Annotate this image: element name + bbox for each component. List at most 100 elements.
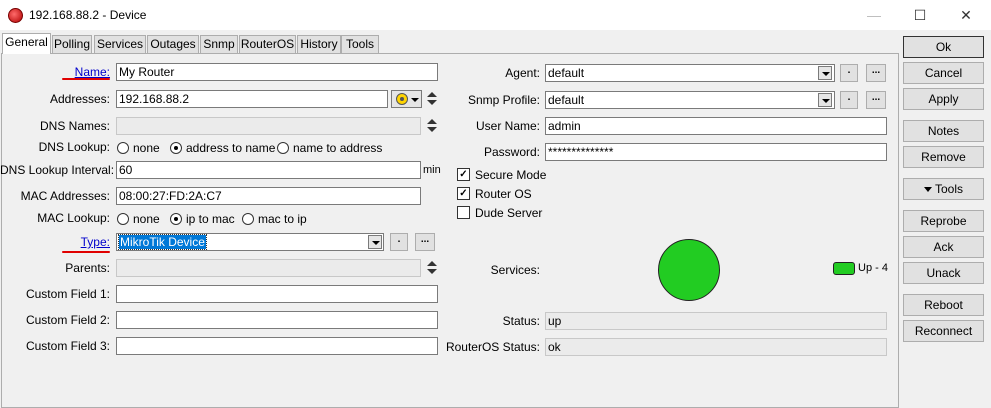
custom-field-3-label: Custom Field 3: — [25, 339, 110, 353]
addresses-spin-icon[interactable] — [426, 91, 437, 107]
type-dropdown-arrow-icon[interactable] — [368, 235, 382, 249]
type-label[interactable]: Type: — [0, 233, 110, 251]
snmp-profile-label: Snmp Profile: — [467, 93, 540, 107]
mac-lookup-ip-to-mac-radio[interactable] — [170, 213, 182, 225]
dns-lookup-address-to-name-radio[interactable] — [170, 142, 182, 154]
password-field[interactable]: ************** — [545, 143, 887, 161]
services-label: Services: — [490, 263, 540, 277]
agent-dropdown-arrow-icon[interactable] — [818, 66, 832, 80]
parents-label: Parents: — [65, 261, 110, 275]
tools-button[interactable]: Tools — [903, 178, 984, 200]
dns-lookup-label: DNS Lookup: — [38, 140, 110, 154]
services-status-circle — [658, 239, 720, 301]
user-name-field[interactable]: admin — [545, 117, 887, 135]
dns-names-spin-icon[interactable] — [426, 118, 437, 134]
type-open-button[interactable]: . — [390, 233, 408, 251]
maximize-icon[interactable]: ☐ — [897, 0, 943, 30]
agent-dropdown[interactable]: default — [545, 64, 835, 82]
dns-lookup-none-radio[interactable] — [117, 142, 129, 154]
parents-spin-icon[interactable] — [426, 260, 437, 276]
name-field[interactable]: My Router — [116, 63, 438, 81]
unack-button[interactable]: Unack — [903, 262, 984, 284]
router-os-checkbox[interactable]: ✓ — [457, 187, 470, 200]
routeros-status-label: RouterOS Status: — [445, 340, 540, 354]
mac-lookup-none-radio[interactable] — [117, 213, 129, 225]
secure-mode-checkbox[interactable]: ✓ — [457, 168, 470, 181]
mac-lookup-mac-to-ip-radio[interactable] — [242, 213, 254, 225]
tab-snmp[interactable]: Snmp — [200, 35, 238, 53]
dns-interval-unit: min — [423, 164, 441, 176]
agent-browse-button[interactable]: ... — [866, 64, 886, 82]
type-value: MikroTik Device — [118, 234, 207, 250]
tab-history[interactable]: History — [297, 35, 341, 53]
dns-interval-field[interactable]: 60 — [116, 161, 421, 179]
mac-addresses-field[interactable]: 08:00:27:FD:2A:C7 — [116, 187, 421, 205]
custom-field-1-input[interactable] — [116, 285, 438, 303]
user-name-label: User Name: — [475, 119, 540, 133]
password-label: Password: — [483, 145, 540, 159]
tab-polling[interactable]: Polling — [52, 35, 92, 53]
mac-lookup-ip-to-mac-label: ip to mac — [186, 212, 235, 226]
agent-label: Agent: — [505, 66, 540, 80]
dns-lookup-none-label: none — [133, 141, 160, 155]
router-os-label: Router OS — [475, 187, 532, 201]
reprobe-button[interactable]: Reprobe — [903, 210, 984, 232]
status-field: up — [545, 312, 887, 330]
dns-interval-label: DNS Lookup Interval: — [0, 163, 115, 177]
parents-field[interactable] — [116, 259, 421, 277]
tab-outages[interactable]: Outages — [147, 35, 199, 53]
snmp-profile-dropdown-arrow-icon[interactable] — [818, 93, 832, 107]
dns-names-label: DNS Names: — [39, 119, 110, 133]
status-label: Status: — [502, 314, 540, 328]
secure-mode-label: Secure Mode — [475, 168, 547, 182]
apply-button[interactable]: Apply — [903, 88, 984, 110]
mac-lookup-mac-to-ip-label: mac to ip — [258, 212, 307, 226]
address-options-button[interactable] — [391, 90, 422, 108]
dude-server-label: Dude Server — [475, 206, 543, 220]
minimize-icon[interactable]: — — [851, 0, 897, 30]
chevron-down-icon — [923, 187, 932, 193]
dns-lookup-address-to-name-label: address to name — [186, 141, 276, 155]
tab-general[interactable]: General — [2, 33, 51, 54]
custom-field-1-label: Custom Field 1: — [25, 287, 110, 301]
addresses-field[interactable]: 192.168.88.2 — [116, 90, 388, 108]
snmp-profile-browse-button[interactable]: ... — [866, 91, 886, 109]
type-dropdown[interactable]: MikroTik Device — [116, 233, 384, 251]
custom-field-2-label: Custom Field 2: — [25, 313, 110, 327]
gear-icon — [396, 93, 408, 105]
dude-server-checkbox[interactable] — [457, 206, 470, 219]
chevron-down-icon — [411, 98, 419, 102]
close-icon[interactable]: ✕ — [943, 0, 989, 30]
agent-open-button[interactable]: . — [840, 64, 858, 82]
mac-lookup-label: MAC Lookup: — [37, 211, 110, 225]
reconnect-button[interactable]: Reconnect — [903, 320, 984, 342]
ok-button[interactable]: Ok — [903, 36, 984, 58]
title-bar: 192.168.88.2 - Device — ☐ ✕ — [0, 0, 991, 30]
tab-routeros[interactable]: RouterOS — [239, 35, 296, 53]
snmp-profile-open-button[interactable]: . — [840, 91, 858, 109]
addresses-label: Addresses: — [49, 92, 110, 106]
services-legend-label: Up - 4 — [858, 262, 888, 274]
custom-field-3-input[interactable] — [116, 337, 438, 355]
dns-names-field[interactable] — [116, 117, 421, 135]
remove-button[interactable]: Remove — [903, 146, 984, 168]
services-legend-swatch — [833, 262, 855, 275]
tab-tools[interactable]: Tools — [341, 35, 379, 53]
routeros-status-field: ok — [545, 338, 887, 356]
ack-button[interactable]: Ack — [903, 236, 984, 258]
notes-button[interactable]: Notes — [903, 120, 984, 142]
mac-addresses-label: MAC Addresses: — [20, 189, 110, 203]
snmp-profile-dropdown[interactable]: default — [545, 91, 835, 109]
app-icon — [8, 8, 23, 23]
custom-field-2-input[interactable] — [116, 311, 438, 329]
dns-lookup-name-to-address-radio[interactable] — [277, 142, 289, 154]
mac-lookup-none-label: none — [133, 212, 160, 226]
reboot-button[interactable]: Reboot — [903, 294, 984, 316]
cancel-button[interactable]: Cancel — [903, 62, 984, 84]
dns-lookup-name-to-address-label: name to address — [293, 141, 383, 155]
annotation-underline-name — [62, 78, 110, 80]
annotation-underline-type — [62, 251, 110, 253]
type-browse-button[interactable]: ... — [415, 233, 435, 251]
tab-services[interactable]: Services — [94, 35, 146, 53]
window-title: 192.168.88.2 - Device — [29, 8, 147, 22]
